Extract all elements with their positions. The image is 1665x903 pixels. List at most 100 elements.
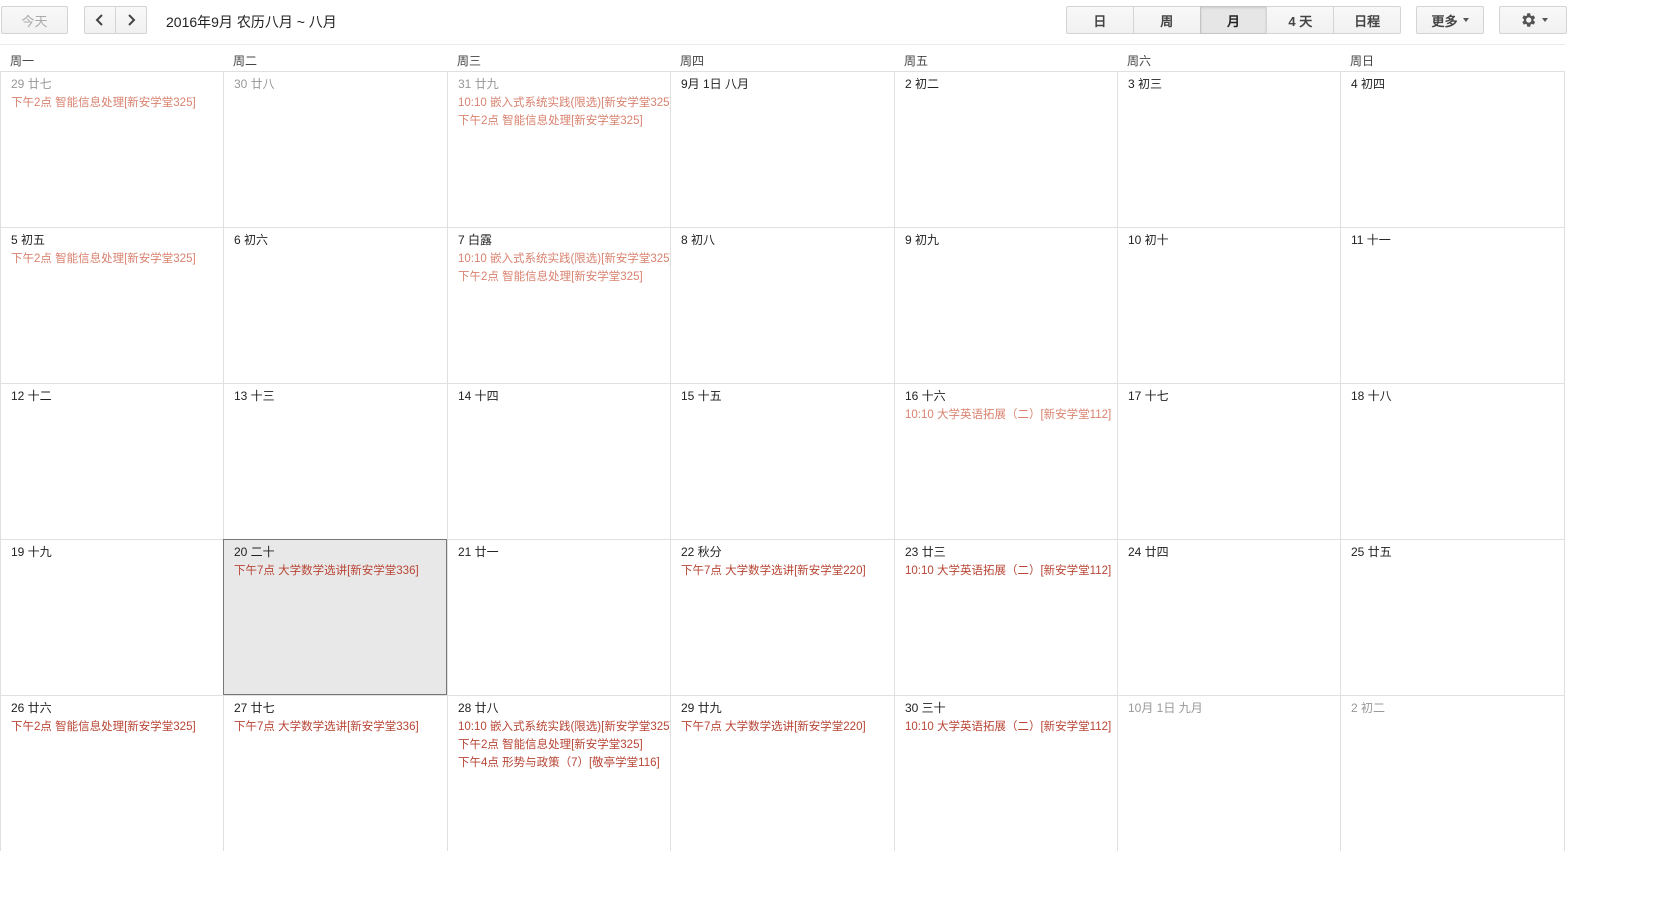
- day-label: 26 廿六: [11, 701, 52, 715]
- day-cell[interactable]: 2 初二: [1340, 695, 1565, 851]
- calendar-event[interactable]: 下午2点 智能信息处理[新安学堂325]: [11, 250, 224, 268]
- calendar-event[interactable]: 10:10 嵌入式系统实践(限选)[新安学堂325]: [458, 94, 671, 112]
- day-cell[interactable]: 10月 1日 九月: [1117, 695, 1341, 851]
- view-button[interactable]: 4 天: [1266, 6, 1335, 34]
- weekday-label: 周二: [233, 54, 258, 68]
- today-button[interactable]: 今天: [1, 6, 68, 34]
- day-cell[interactable]: 14 十四: [447, 383, 671, 539]
- day-cell[interactable]: 30 三十 10:10 大学英语拓展（二）[新安学堂112]: [894, 695, 1118, 851]
- chevron-right-icon: [128, 14, 136, 26]
- day-cell[interactable]: 17 十七: [1117, 383, 1341, 539]
- day-label: 10月 1日 九月: [1128, 701, 1203, 715]
- day-cell[interactable]: 29 廿七下午2点 智能信息处理[新安学堂325]: [0, 71, 224, 227]
- weekday-label: 周一: [10, 54, 35, 68]
- calendar-event[interactable]: 下午2点 智能信息处理[新安学堂325]: [458, 736, 671, 754]
- weekday-label: 周六: [1127, 54, 1152, 68]
- day-label: 19 十九: [11, 545, 52, 559]
- chevron-down-icon: [1541, 18, 1548, 22]
- day-cell[interactable]: 6 初六: [223, 227, 447, 383]
- day-cell[interactable]: 9 初九: [894, 227, 1118, 383]
- more-menu-button[interactable]: 更多: [1416, 6, 1484, 34]
- day-cell[interactable]: 18 十八: [1340, 383, 1565, 539]
- day-cell[interactable]: 13 十三: [223, 383, 447, 539]
- settings-button[interactable]: [1499, 6, 1567, 34]
- chevron-down-icon: [1462, 18, 1469, 22]
- day-label: 27 廿七: [234, 701, 275, 715]
- day-cell[interactable]: 27 廿七下午7点 大学数学选讲[新安学堂336]: [223, 695, 447, 851]
- calendar-event[interactable]: 10:10 大学英语拓展（二）[新安学堂112]: [905, 718, 1118, 736]
- view-button[interactable]: 日: [1066, 6, 1134, 34]
- day-label: 22 秋分: [681, 545, 722, 559]
- day-label: 11 十一: [1351, 233, 1391, 247]
- day-label: 4 初四: [1351, 77, 1386, 91]
- calendar-event[interactable]: 10:10 大学英语拓展（二）[新安学堂112]: [905, 562, 1118, 580]
- day-cell[interactable]: 30 廿八: [223, 71, 447, 227]
- day-label: 2 初二: [905, 77, 940, 91]
- day-label: 15 十五: [681, 389, 722, 403]
- day-cell[interactable]: 12 十二: [0, 383, 224, 539]
- day-label: 29 廿七: [11, 77, 52, 91]
- weekday-label: 周四: [680, 54, 705, 68]
- current-period-title: 2016年9月 农历八月 ~ 八月: [166, 14, 337, 30]
- day-cell[interactable]: 16 十六 10:10 大学英语拓展（二）[新安学堂112]: [894, 383, 1118, 539]
- day-label: 30 廿八: [234, 77, 275, 91]
- chevron-left-icon: [95, 14, 103, 26]
- day-label: 17 十七: [1128, 389, 1169, 403]
- day-label: 16 十六: [905, 389, 946, 403]
- view-button[interactable]: 月: [1199, 6, 1268, 34]
- calendar-event[interactable]: 10:10 大学英语拓展（二）[新安学堂112]: [905, 406, 1118, 424]
- day-label: 8 初八: [681, 233, 716, 247]
- day-cell-today[interactable]: 20 二十下午7点 大学数学选讲[新安学堂336]: [223, 539, 447, 695]
- day-cell[interactable]: 23 廿三 10:10 大学英语拓展（二）[新安学堂112]: [894, 539, 1118, 695]
- next-period-button[interactable]: [115, 6, 147, 34]
- calendar-event[interactable]: 下午7点 大学数学选讲[新安学堂220]: [681, 718, 894, 736]
- day-label: 5 初五: [11, 233, 46, 247]
- previous-period-button[interactable]: [84, 6, 116, 34]
- calendar-event[interactable]: 下午2点 智能信息处理[新安学堂325]: [458, 112, 671, 130]
- month-grid: 29 廿七下午2点 智能信息处理[新安学堂325] 30 廿八 31 廿九 10:10…: [0, 71, 1565, 851]
- day-cell[interactable]: 2 初二: [894, 71, 1118, 227]
- day-label: 23 廿三: [905, 545, 946, 559]
- day-cell[interactable]: 21 廿一: [447, 539, 671, 695]
- day-label: 18 十八: [1351, 389, 1392, 403]
- day-label: 6 初六: [234, 233, 269, 247]
- day-label: 24 廿四: [1128, 545, 1169, 559]
- calendar-event[interactable]: 下午7点 大学数学选讲[新安学堂220]: [681, 562, 894, 580]
- day-cell[interactable]: 31 廿九 10:10 嵌入式系统实践(限选)[新安学堂325] 下午2点 智能信息…: [447, 71, 671, 227]
- day-cell[interactable]: 25 廿五: [1340, 539, 1565, 695]
- day-label: 13 十三: [234, 389, 275, 403]
- day-cell[interactable]: 9月 1日 八月: [670, 71, 894, 227]
- day-cell[interactable]: 26 廿六下午2点 智能信息处理[新安学堂325]: [0, 695, 224, 851]
- day-cell[interactable]: 15 十五: [670, 383, 894, 539]
- view-button[interactable]: 日程: [1333, 6, 1401, 34]
- calendar-event[interactable]: 下午2点 智能信息处理[新安学堂325]: [458, 268, 671, 286]
- day-label: 20 二十: [234, 545, 275, 559]
- day-cell[interactable]: 11 十一: [1340, 227, 1565, 383]
- day-cell[interactable]: 4 初四: [1340, 71, 1565, 227]
- view-button[interactable]: 周: [1132, 6, 1201, 34]
- calendar-event[interactable]: 下午4点 形势与政策（7）[敬亭学堂116]: [458, 754, 671, 772]
- day-label: 21 廿一: [458, 545, 499, 559]
- day-cell[interactable]: 5 初五下午2点 智能信息处理[新安学堂325]: [0, 227, 224, 383]
- day-cell[interactable]: 29 廿九 下午7点 大学数学选讲[新安学堂220]: [670, 695, 894, 851]
- calendar-event[interactable]: 下午7点 大学数学选讲[新安学堂336]: [234, 562, 446, 580]
- day-cell[interactable]: 7 白露 10:10 嵌入式系统实践(限选)[新安学堂325] 下午2点 智能信息处…: [447, 227, 671, 383]
- day-cell[interactable]: 24 廿四: [1117, 539, 1341, 695]
- gear-icon: [1521, 13, 1535, 27]
- calendar-event[interactable]: 下午7点 大学数学选讲[新安学堂336]: [234, 718, 447, 736]
- day-label: 31 廿九: [458, 77, 499, 91]
- weekday-header: 周一 周二 周三 周四 周五 周六 周日: [0, 44, 1565, 73]
- day-cell[interactable]: 8 初八: [670, 227, 894, 383]
- day-cell[interactable]: 22 秋分下午7点 大学数学选讲[新安学堂220]: [670, 539, 894, 695]
- day-cell[interactable]: 19 十九: [0, 539, 224, 695]
- day-cell[interactable]: 10 初十: [1117, 227, 1341, 383]
- day-label: 9月 1日 八月: [681, 77, 750, 91]
- day-cell[interactable]: 28 廿八 10:10 嵌入式系统实践(限选)[新安学堂325] 下午2点 智能信息…: [447, 695, 671, 851]
- day-label: 7 白露: [458, 233, 493, 247]
- calendar-event[interactable]: 10:10 嵌入式系统实践(限选)[新安学堂325]: [458, 250, 671, 268]
- calendar-event[interactable]: 下午2点 智能信息处理[新安学堂325]: [11, 718, 224, 736]
- calendar-event[interactable]: 下午2点 智能信息处理[新安学堂325]: [11, 94, 224, 112]
- day-cell[interactable]: 3 初三: [1117, 71, 1341, 227]
- calendar-event[interactable]: 10:10 嵌入式系统实践(限选)[新安学堂325]: [458, 718, 671, 736]
- view-switcher: 日周月4 天日程: [1066, 6, 1401, 34]
